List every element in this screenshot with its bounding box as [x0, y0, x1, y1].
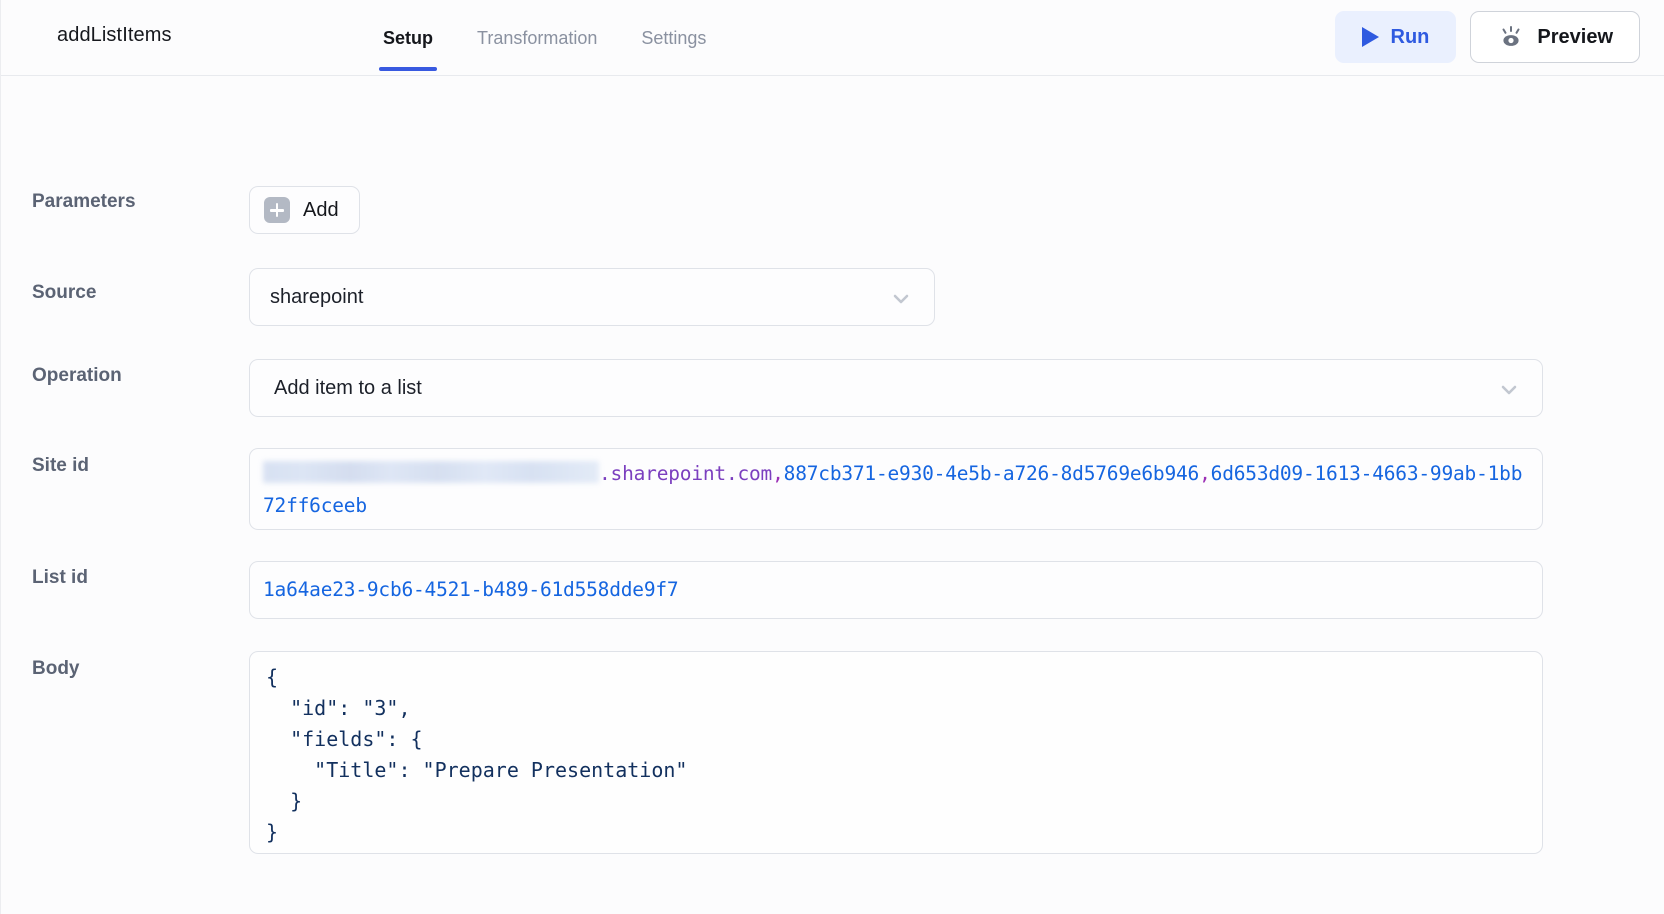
- parameters-label: Parameters: [32, 191, 136, 212]
- node-editor-panel: addListItems Setup Transformation Settin…: [0, 0, 1664, 914]
- page-title: addListItems: [57, 24, 172, 46]
- tab-setup[interactable]: Setup: [361, 0, 455, 76]
- run-button-label: Run: [1390, 25, 1430, 48]
- chevron-down-icon: [1498, 379, 1520, 401]
- site-id-label: Site id: [32, 455, 90, 476]
- header-actions: Run Preview: [1334, 11, 1640, 63]
- operation-value: Add item to a list: [274, 377, 422, 399]
- tab-setup-label: Setup: [383, 28, 434, 48]
- body-value: { "id": "3", "fields": { "Title": "Prepa…: [266, 665, 688, 844]
- operation-select[interactable]: Add item to a list: [249, 359, 1543, 417]
- source-select[interactable]: sharepoint: [249, 268, 935, 326]
- site-id-value: .sharepoint.com,887cb371-e930-4e5b-a726-…: [263, 458, 1529, 522]
- add-parameter-label: Add: [303, 198, 339, 221]
- body-label: Body: [32, 658, 80, 679]
- list-id-label: List id: [32, 567, 88, 588]
- list-id-input[interactable]: 1a64ae23-9cb6-4521-b489-61d558dde9f7: [249, 561, 1543, 619]
- body-editor[interactable]: { "id": "3", "fields": { "Title": "Prepa…: [249, 651, 1543, 854]
- tab-transformation[interactable]: Transformation: [455, 0, 619, 76]
- run-button[interactable]: Run: [1334, 11, 1457, 63]
- preview-button-label: Preview: [1537, 25, 1613, 48]
- site-id-domain: .sharepoint.com: [599, 462, 773, 485]
- source-label: Source: [32, 282, 97, 303]
- chevron-down-icon: [890, 288, 912, 310]
- eye-icon: [1497, 26, 1525, 48]
- preview-button[interactable]: Preview: [1470, 11, 1640, 63]
- site-id-guid-1: 887cb371-e930-4e5b-a726-8d5769e6b946: [783, 462, 1200, 485]
- editor-header: addListItems Setup Transformation Settin…: [1, 0, 1664, 76]
- add-parameter-button[interactable]: Add: [249, 186, 360, 234]
- site-id-input[interactable]: .sharepoint.com,887cb371-e930-4e5b-a726-…: [249, 448, 1543, 530]
- tab-settings[interactable]: Settings: [619, 0, 728, 76]
- play-icon: [1361, 27, 1379, 47]
- tab-bar: Setup Transformation Settings: [361, 0, 728, 76]
- tab-transformation-label: Transformation: [477, 28, 598, 48]
- redacted-tenant: [263, 461, 599, 483]
- plus-icon: [264, 197, 290, 223]
- operation-label: Operation: [32, 365, 122, 386]
- site-id-separator-1: ,: [772, 462, 784, 485]
- list-id-value: 1a64ae23-9cb6-4521-b489-61d558dde9f7: [263, 578, 679, 601]
- tab-settings-label: Settings: [641, 28, 707, 48]
- source-value: sharepoint: [270, 286, 364, 308]
- site-id-separator-2: ,: [1199, 462, 1211, 485]
